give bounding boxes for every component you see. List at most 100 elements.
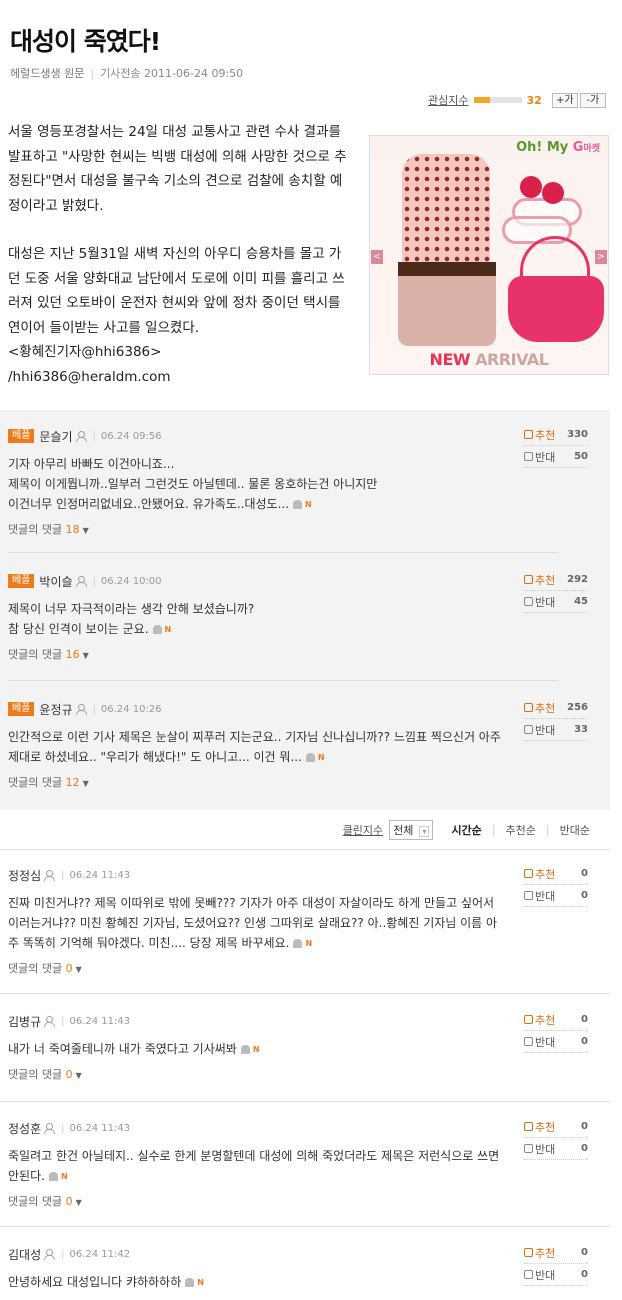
article-title: 대성이 죽였다! <box>10 27 161 56</box>
comment-author[interactable]: 박이슬 <box>39 573 72 590</box>
ad-prev-arrow[interactable]: < <box>371 250 383 264</box>
person-icon <box>44 1249 56 1260</box>
byline: <황혜진기자@hhi6386> <box>8 344 162 360</box>
new-icon: N <box>252 1044 260 1054</box>
chevron-down-icon: ▼ <box>75 1070 82 1080</box>
comment-date: 06.24 09:56 <box>100 430 162 442</box>
best-badge: 베플 <box>8 702 35 716</box>
ad-belt-image <box>398 262 496 276</box>
font-decrease-button[interactable]: -가 <box>579 92 606 108</box>
source-link[interactable]: 헤럴드생생 원문 <box>10 67 84 80</box>
new-icon: N <box>60 1171 68 1181</box>
clean-index-link[interactable]: 클린지수 <box>343 822 383 838</box>
report-icon[interactable] <box>240 1045 250 1054</box>
comment: 김병규 | 06.24 11:43 내가 너 죽여줄테니까 내가 죽였다고 기사써봐… <box>8 1013 608 1082</box>
sort-by-time[interactable]: 시간순 <box>451 822 481 838</box>
ad-logo: Oh! My G마켓 <box>516 140 600 155</box>
replies-toggle[interactable]: 댓글의 댓글 16 ▼ <box>8 646 608 662</box>
upvote-button[interactable]: 추천 256 <box>524 697 588 719</box>
ad-flower-image <box>542 182 564 204</box>
thumbs-down-icon <box>524 1036 533 1046</box>
vote-box: 추천 256 반대 33 <box>524 697 588 741</box>
replies-toggle[interactable]: 댓글의 댓글 18 ▼ <box>8 521 608 537</box>
comment-text: 제목이 너무 자극적이라는 생각 안해 보셨습니까? 참 당신 인격이 보이는 … <box>8 599 508 640</box>
person-icon <box>75 704 87 715</box>
meta-separator: | <box>90 67 95 80</box>
sort-by-downvotes[interactable]: 반대순 <box>560 822 590 838</box>
ad-next-arrow[interactable]: > <box>595 250 607 264</box>
thumbs-up-icon <box>524 1121 533 1131</box>
comment-date: 06.24 11:43 <box>69 869 131 881</box>
upvote-button[interactable]: 추천 0 <box>524 863 588 885</box>
vote-box: 추천 330 반대 50 <box>524 424 588 468</box>
vote-box: 추천 0 반대 0 <box>524 1116 588 1160</box>
report-icon[interactable] <box>305 753 315 762</box>
chevron-down-icon: ▾ <box>419 825 430 837</box>
replies-toggle[interactable]: 댓글의 댓글 12 ▼ <box>8 774 608 790</box>
upvote-button[interactable]: 추천 292 <box>524 569 588 591</box>
comment: 정성훈 | 06.24 11:43 죽일려고 한건 아닐테지.. 실수로 한게 분명… <box>8 1120 608 1209</box>
chevron-down-icon: ▼ <box>82 778 89 788</box>
report-icon[interactable] <box>185 1278 195 1287</box>
ad-tagline: NEW ARRIVAL <box>429 350 549 369</box>
upvote-button[interactable]: 추천 0 <box>524 1009 588 1031</box>
replies-toggle[interactable]: 댓글의 댓글 0 ▼ <box>8 1066 608 1082</box>
comment-text: 안녕하세요 대성입니다 캬하하하하 N <box>8 1272 508 1293</box>
comment-divider <box>0 1101 610 1102</box>
report-icon[interactable] <box>48 1172 58 1181</box>
upvote-button[interactable]: 추천 0 <box>524 1116 588 1138</box>
comment-author[interactable]: 정정심 <box>8 867 41 884</box>
interest-index: 관심지수 32 +가 -가 <box>428 92 606 108</box>
ad-flower-image <box>520 176 542 198</box>
comment-text: 내가 너 죽여줄테니까 내가 죽였다고 기사써봐 N <box>8 1039 508 1060</box>
new-icon: N <box>305 499 312 509</box>
comment-date: 06.24 10:00 <box>100 575 162 587</box>
person-icon <box>75 431 87 442</box>
downvote-button[interactable]: 반대 33 <box>524 719 588 741</box>
comment-author[interactable]: 문슬기 <box>39 428 72 445</box>
ad-blouse-image <box>402 154 490 266</box>
vote-box: 추천 0 반대 0 <box>524 863 588 907</box>
downvote-button[interactable]: 반대 0 <box>524 885 588 907</box>
ad-bag-image <box>508 276 604 342</box>
comment-author[interactable]: 정성훈 <box>8 1120 41 1137</box>
interest-label[interactable]: 관심지수 <box>428 92 468 108</box>
comment-author[interactable]: 김대성 <box>8 1246 41 1263</box>
downvote-button[interactable]: 반대 0 <box>524 1031 588 1053</box>
report-icon[interactable] <box>293 500 303 509</box>
comment-date: 06.24 10:26 <box>100 703 162 715</box>
filter-select[interactable]: 전체 ▾ <box>389 819 434 840</box>
best-comment: 베플 문슬기 | 06.24 09:56 기자 아무리 바빠도 이건아니죠... 제목… <box>8 428 608 537</box>
downvote-button[interactable]: 반대 0 <box>524 1138 588 1160</box>
thumbs-up-icon <box>524 868 533 878</box>
upvote-button[interactable]: 추천 330 <box>524 424 588 446</box>
vote-box: 추천 0 반대 0 <box>524 1009 588 1053</box>
sent-label: 기사전송 <box>100 67 141 80</box>
person-icon <box>44 870 56 881</box>
downvote-button[interactable]: 반대 50 <box>524 446 588 468</box>
report-icon[interactable] <box>152 625 162 634</box>
sort-by-upvotes[interactable]: 추천순 <box>506 822 536 838</box>
comment-author[interactable]: 김병규 <box>8 1013 41 1030</box>
best-comment: 베플 윤정규 | 06.24 10:26 인간적으로 이런 기사 제목은 눈살이 찌푸… <box>8 701 608 790</box>
chevron-down-icon: ▼ <box>82 650 89 660</box>
downvote-button[interactable]: 반대 0 <box>524 1264 588 1286</box>
comment-text: 기자 아무리 바빠도 이건아니죠... 제목이 이게뭡니까..일부러 그런것도 … <box>8 454 508 515</box>
report-icon[interactable] <box>293 939 303 948</box>
ad-banner[interactable]: Oh! My G마켓 < > NEW ARRIVAL <box>369 135 609 375</box>
downvote-button[interactable]: 반대 45 <box>524 591 588 613</box>
article-paragraph: 서울 영등포경찰서는 24일 대성 교통사고 관련 수사 결과를 발표하고 "사… <box>8 124 347 214</box>
interest-bar <box>474 97 523 103</box>
comment-author[interactable]: 윤정규 <box>39 701 72 718</box>
font-increase-button[interactable]: +가 <box>551 92 578 108</box>
article-paragraph: 대성은 지난 5월31일 새벽 자신의 아우디 승용차를 몰고 가던 도중 서울… <box>8 246 345 336</box>
vote-box: 추천 0 반대 0 <box>524 1242 588 1286</box>
upvote-button[interactable]: 추천 0 <box>524 1242 588 1264</box>
new-icon: N <box>305 938 313 948</box>
ad-shorts-image <box>398 276 496 346</box>
replies-toggle[interactable]: 댓글의 댓글 0 ▼ <box>8 960 608 976</box>
comment-divider <box>8 680 558 681</box>
replies-toggle[interactable]: 댓글의 댓글 0 ▼ <box>8 1193 608 1209</box>
thumbs-up-icon <box>524 1247 533 1257</box>
comment-divider <box>0 993 610 994</box>
